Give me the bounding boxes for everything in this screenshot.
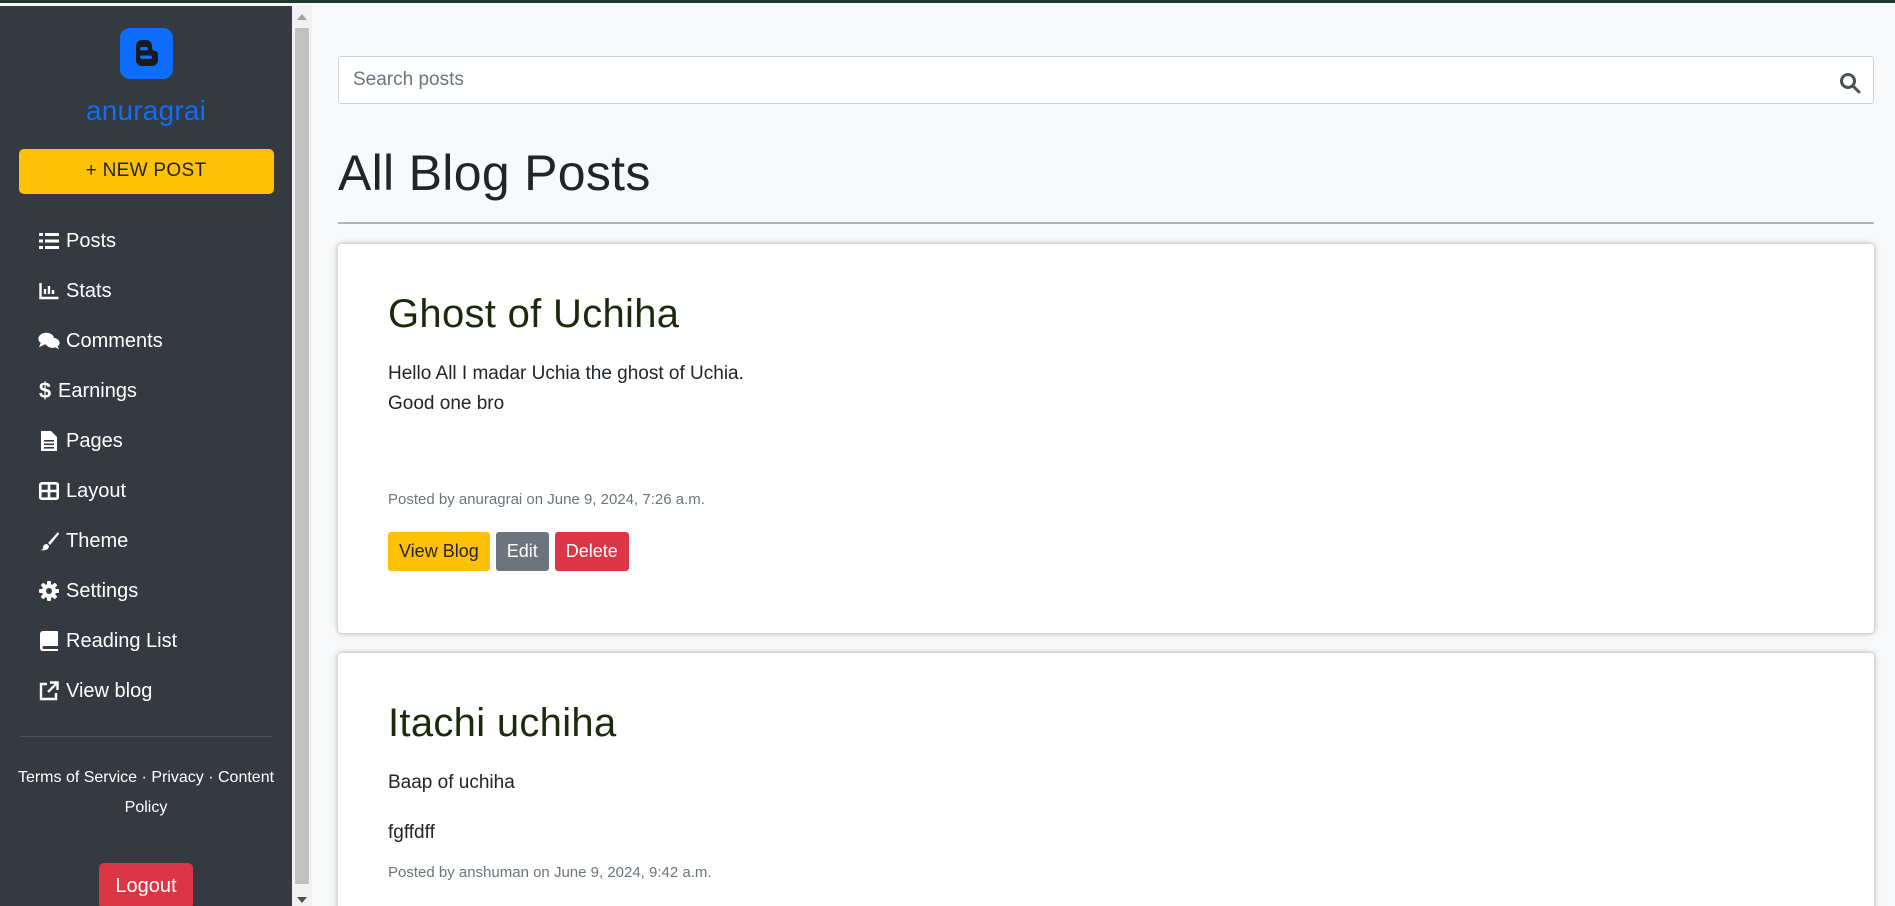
sidebar-item-view-blog[interactable]: View blog	[38, 666, 292, 716]
separator: ·	[208, 769, 214, 787]
scroll-down-arrow-icon[interactable]	[297, 897, 307, 903]
search-bar	[338, 56, 1874, 104]
sidebar-item-label: Reading List	[66, 629, 178, 652]
scroll-thumb[interactable]	[295, 28, 309, 884]
post-card: Itachi uchiha Baap of uchiha fgffdff Pos…	[338, 653, 1874, 906]
sidebar-item-label: Theme	[66, 529, 129, 552]
sidebar-item-label: Stats	[66, 279, 112, 302]
sidebar-scrollbar[interactable]	[292, 6, 312, 906]
scroll-up-arrow-icon[interactable]	[297, 14, 307, 20]
sidebar-item-stats[interactable]: Stats	[38, 266, 292, 316]
sidebar-divider	[20, 736, 272, 738]
sidebar-item-layout[interactable]: Layout	[38, 466, 292, 516]
post-title: Ghost of Uchiha	[388, 292, 680, 336]
footer-links: Terms of Service · Privacy · Content Pol…	[16, 763, 276, 823]
logout-button[interactable]: Logout	[99, 863, 193, 906]
search-input[interactable]	[339, 57, 1873, 103]
main-content: All Blog Posts Ghost of Uchiha Hello All…	[338, 6, 1874, 906]
post-body: Hello All I madar Uchia the ghost of Uch…	[388, 359, 1824, 419]
sidebar-item-label: View blog	[66, 679, 153, 702]
post-meta: Posted by anshuman on June 9, 2024, 9:42…	[388, 864, 712, 881]
post-meta: Posted by anuragrai on June 9, 2024, 7:2…	[388, 491, 705, 508]
list-icon	[38, 230, 60, 252]
sidebar-item-label: Comments	[66, 329, 163, 352]
post-body-line: Good one bro	[388, 393, 505, 414]
sidebar-item-label: Posts	[66, 229, 117, 252]
external-link-icon	[38, 680, 60, 702]
sidebar-item-reading-list[interactable]: Reading List	[38, 616, 292, 666]
sidebar-item-comments[interactable]: Comments	[38, 316, 292, 366]
sidebar-item-earnings[interactable]: $ Earnings	[38, 366, 292, 416]
sidebar-item-pages[interactable]: Pages	[38, 416, 292, 466]
sidebar: anuragrai + NEW POST Posts Stats Comment…	[0, 6, 292, 906]
title-divider	[338, 222, 1874, 224]
post-body-line: fgffdff	[388, 822, 435, 843]
sidebar-item-posts[interactable]: Posts	[38, 216, 292, 266]
post-body-line: Baap of uchiha	[388, 772, 515, 793]
sidebar-item-label: Pages	[66, 429, 123, 452]
sidebar-item-theme[interactable]: Theme	[38, 516, 292, 566]
edit-button[interactable]: Edit	[495, 532, 549, 571]
sidebar-item-label: Settings	[66, 579, 139, 602]
brush-icon	[38, 530, 60, 552]
separator: ·	[141, 769, 147, 787]
brand-name[interactable]: anuragrai	[86, 95, 206, 127]
search-icon[interactable]	[1839, 72, 1861, 94]
sidebar-item-settings[interactable]: Settings	[38, 566, 292, 616]
privacy-link[interactable]: Privacy	[151, 769, 203, 786]
gear-icon	[38, 580, 60, 602]
post-title: Itachi uchiha	[388, 701, 617, 745]
blogger-logo-icon[interactable]	[119, 28, 173, 79]
post-actions: View Blog Edit Delete	[388, 532, 1824, 571]
file-icon	[38, 430, 60, 452]
delete-button[interactable]: Delete	[554, 532, 629, 571]
dollar-icon: $	[38, 378, 52, 404]
chart-line-icon	[38, 280, 60, 302]
post-body: Baap of uchiha fgffdff	[388, 768, 1824, 848]
grid-icon	[38, 480, 60, 502]
book-icon	[38, 630, 60, 652]
comments-icon	[38, 330, 60, 352]
post-card: Ghost of Uchiha Hello All I madar Uchia …	[338, 244, 1874, 633]
new-post-button[interactable]: + NEW POST	[18, 148, 274, 195]
sidebar-nav: Posts Stats Comments $ Earnings Pages La…	[0, 216, 292, 716]
page-title: All Blog Posts	[338, 145, 651, 201]
sidebar-item-label: Layout	[66, 479, 127, 502]
terms-link[interactable]: Terms of Service	[18, 769, 137, 786]
view-blog-button[interactable]: View Blog	[388, 532, 490, 571]
post-body-line: Hello All I madar Uchia the ghost of Uch…	[388, 363, 744, 384]
sidebar-item-label: Earnings	[58, 379, 137, 402]
